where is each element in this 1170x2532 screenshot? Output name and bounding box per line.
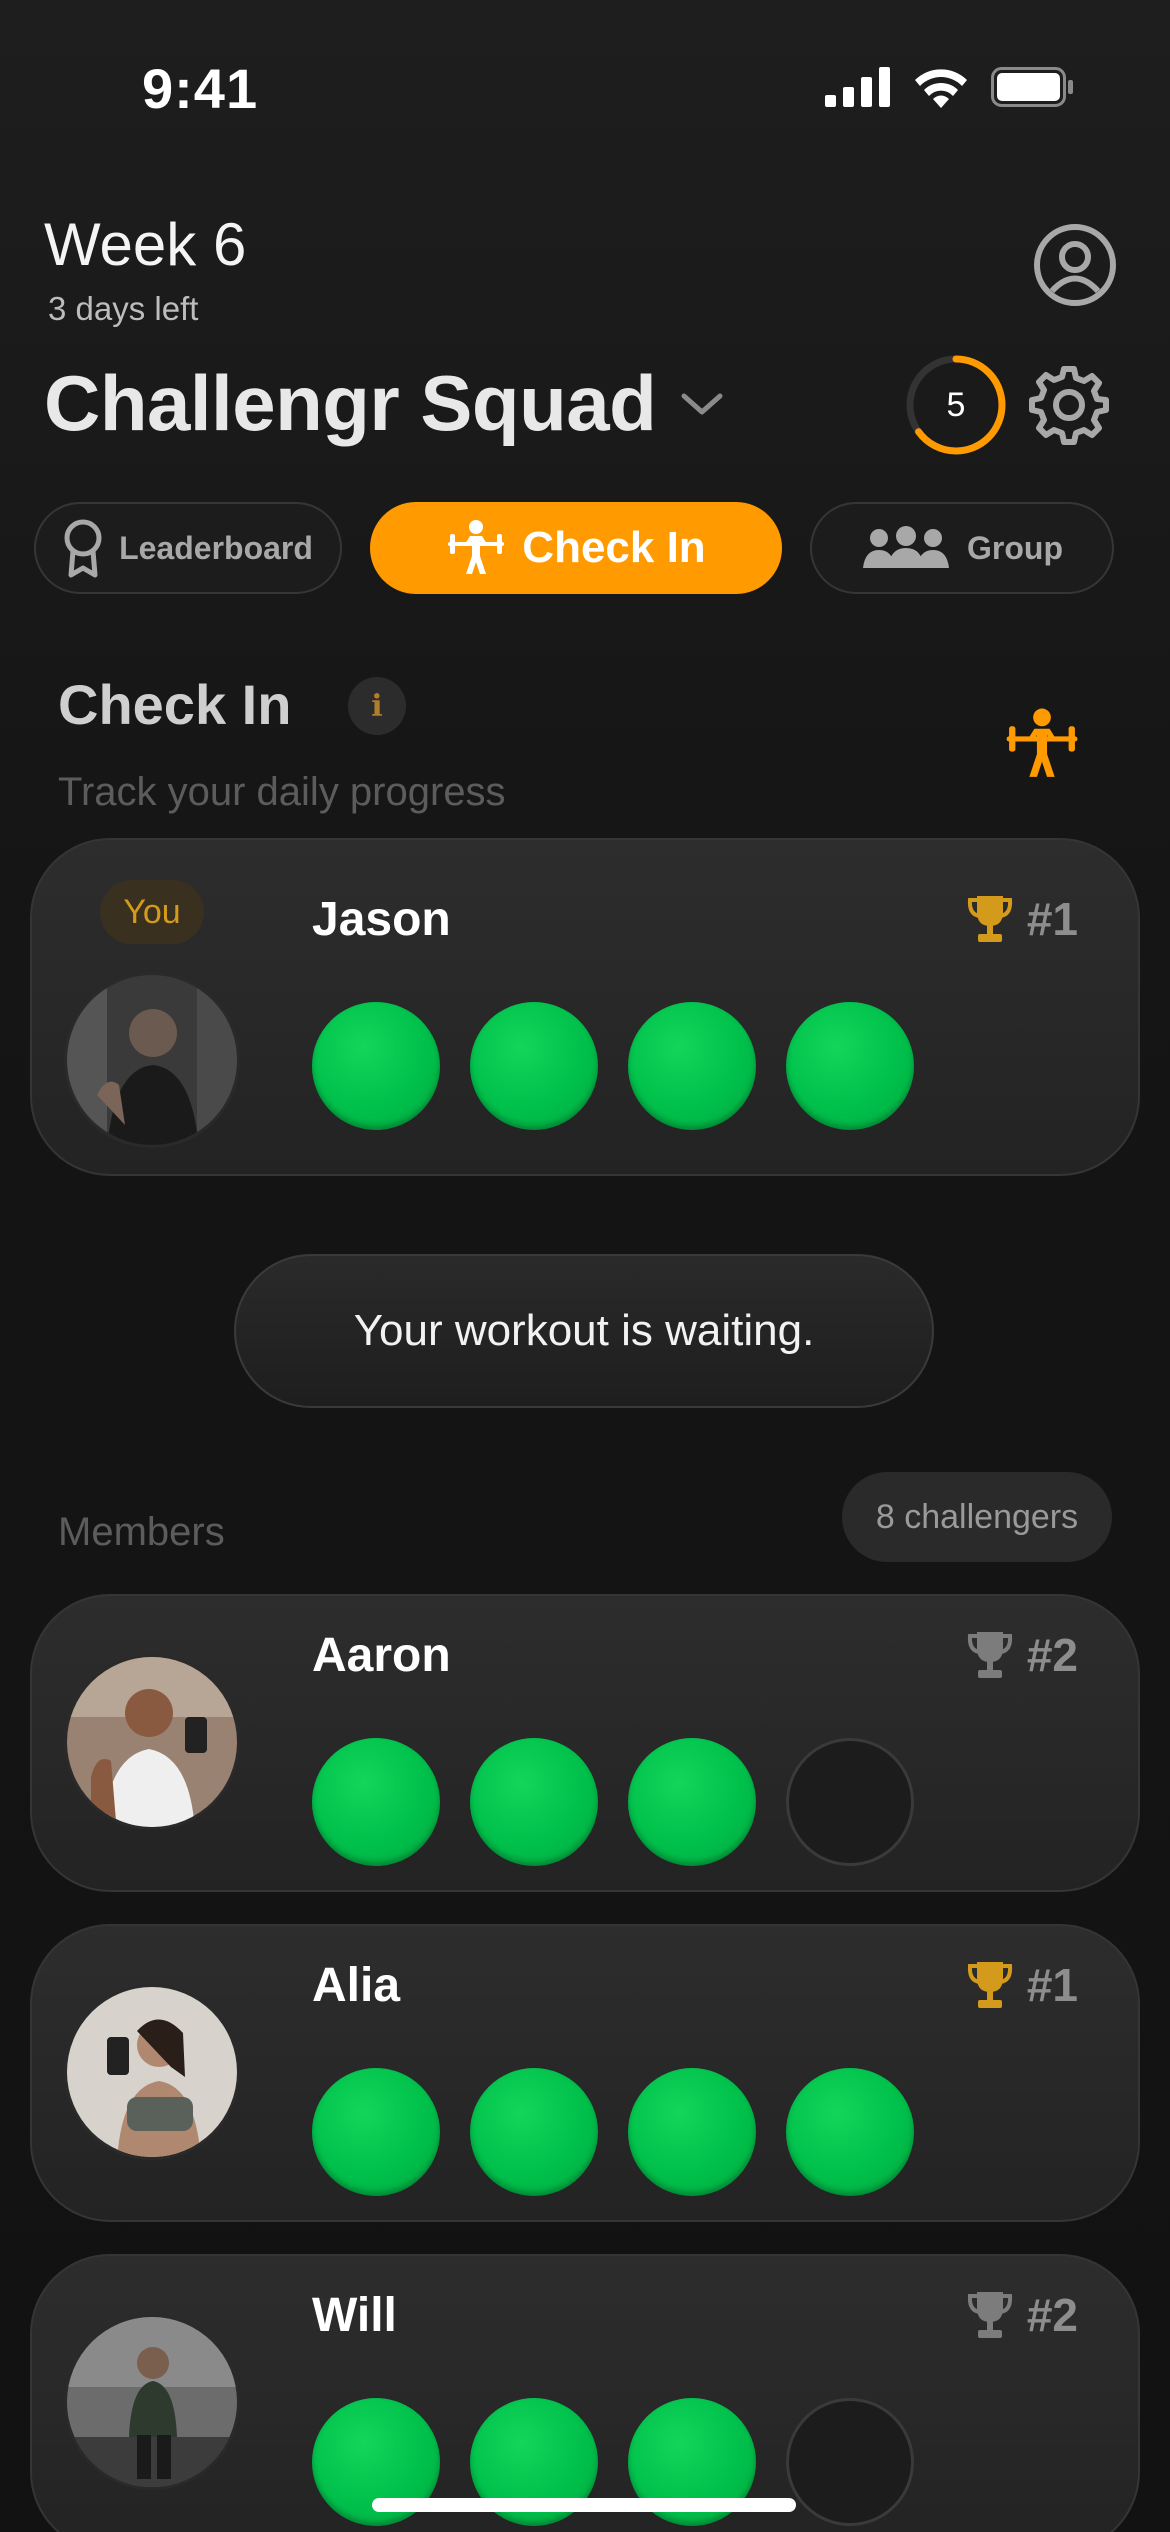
checkin-dots xyxy=(312,1738,914,1866)
rank-label: #2 xyxy=(1026,1629,1078,1681)
members-label: Members xyxy=(58,1510,225,1554)
tab-group[interactable]: Group xyxy=(810,502,1114,594)
week-label: Week 6 xyxy=(44,211,247,278)
rank-label: #1 xyxy=(1026,893,1078,945)
info-button[interactable]: i xyxy=(348,677,406,735)
checkin-dot-done xyxy=(470,1002,598,1130)
trophy-icon xyxy=(967,1962,1012,2008)
checkin-dot-done xyxy=(628,1738,756,1866)
avatar xyxy=(64,1654,240,1830)
squad-title: Challengr Squad xyxy=(44,359,657,447)
rank-badge: #2 xyxy=(967,2288,1078,2342)
squad-selector[interactable]: Challengr Squad xyxy=(44,358,724,449)
battery-icon xyxy=(991,67,1073,107)
section-title: Check In xyxy=(58,673,292,736)
member-card[interactable]: Alia #1 xyxy=(30,1924,1140,2222)
chevron-down-icon xyxy=(681,393,723,414)
you-badge: You xyxy=(100,880,204,944)
avatar xyxy=(64,2314,240,2490)
rank-label: #1 xyxy=(1026,1959,1078,2011)
rank-badge: #2 xyxy=(967,1628,1078,1682)
checkin-dot-done xyxy=(312,1738,440,1866)
wifi-icon xyxy=(915,69,967,108)
home-indicator[interactable] xyxy=(372,2498,796,2512)
group-people-icon xyxy=(863,526,949,568)
rank-label: #2 xyxy=(1026,2289,1078,2341)
rank-badge: #1 xyxy=(967,892,1078,946)
trophy-icon xyxy=(967,896,1012,942)
profile-icon xyxy=(1034,224,1116,306)
status-icons xyxy=(825,66,1075,108)
member-name: Aaron xyxy=(312,1629,451,1682)
checkin-dot-done xyxy=(312,1002,440,1130)
cellular-signal-icon xyxy=(825,67,890,107)
checkin-dot-done xyxy=(628,2068,756,2196)
status-time: 9:41 xyxy=(142,57,259,120)
profile-button[interactable] xyxy=(1032,222,1118,308)
settings-button[interactable] xyxy=(1028,364,1110,446)
tab-group-label: Group xyxy=(967,529,1063,566)
member-name: Will xyxy=(312,2289,397,2342)
weightlifter-icon xyxy=(1004,706,1080,782)
checkin-dot-done xyxy=(470,1738,598,1866)
checkin-dot-empty xyxy=(786,1738,914,1866)
trophy-icon xyxy=(967,1632,1012,1678)
checkin-dot-done xyxy=(470,2068,598,2196)
my-checkin-card[interactable]: You Jason #1 xyxy=(30,838,1140,1176)
checkin-dot-done xyxy=(786,2068,914,2196)
avatar xyxy=(64,972,240,1148)
member-card[interactable]: Will #2 xyxy=(30,2254,1140,2532)
challengers-count-chip[interactable]: 8 challengers xyxy=(842,1472,1112,1562)
workout-nudge-button[interactable]: Your workout is waiting. xyxy=(234,1254,934,1408)
trophy-icon xyxy=(967,2292,1012,2338)
tab-leaderboard[interactable]: Leaderboard xyxy=(34,502,342,594)
avatar xyxy=(64,1984,240,2160)
award-ribbon-icon xyxy=(64,519,102,578)
app-screen: 9:41 Week 6 3 days left Challengr Squad xyxy=(0,0,1170,2532)
gear-icon xyxy=(1029,366,1109,445)
section-subtitle: Track your daily progress xyxy=(58,770,506,814)
checkin-dot-done xyxy=(628,1002,756,1130)
tab-check-in-label: Check In xyxy=(522,523,706,572)
member-name: Jason xyxy=(312,893,451,946)
streak-ring[interactable]: 5 xyxy=(904,353,1008,457)
rank-badge: #1 xyxy=(967,1958,1078,2012)
checkin-dots xyxy=(312,2068,914,2196)
member-name: Alia xyxy=(312,1959,401,2012)
checkin-dots xyxy=(312,1002,914,1130)
checkin-dot-done xyxy=(786,1002,914,1130)
streak-count: 5 xyxy=(946,385,966,424)
tab-leaderboard-label: Leaderboard xyxy=(119,529,313,566)
member-card[interactable]: Aaron #2 xyxy=(30,1594,1140,1892)
tab-check-in[interactable]: Check In xyxy=(370,502,782,594)
days-left-label: 3 days left xyxy=(48,290,199,327)
weightlifter-icon xyxy=(448,520,505,574)
checkin-dot-done xyxy=(312,2068,440,2196)
checkin-dot-empty xyxy=(786,2398,914,2526)
